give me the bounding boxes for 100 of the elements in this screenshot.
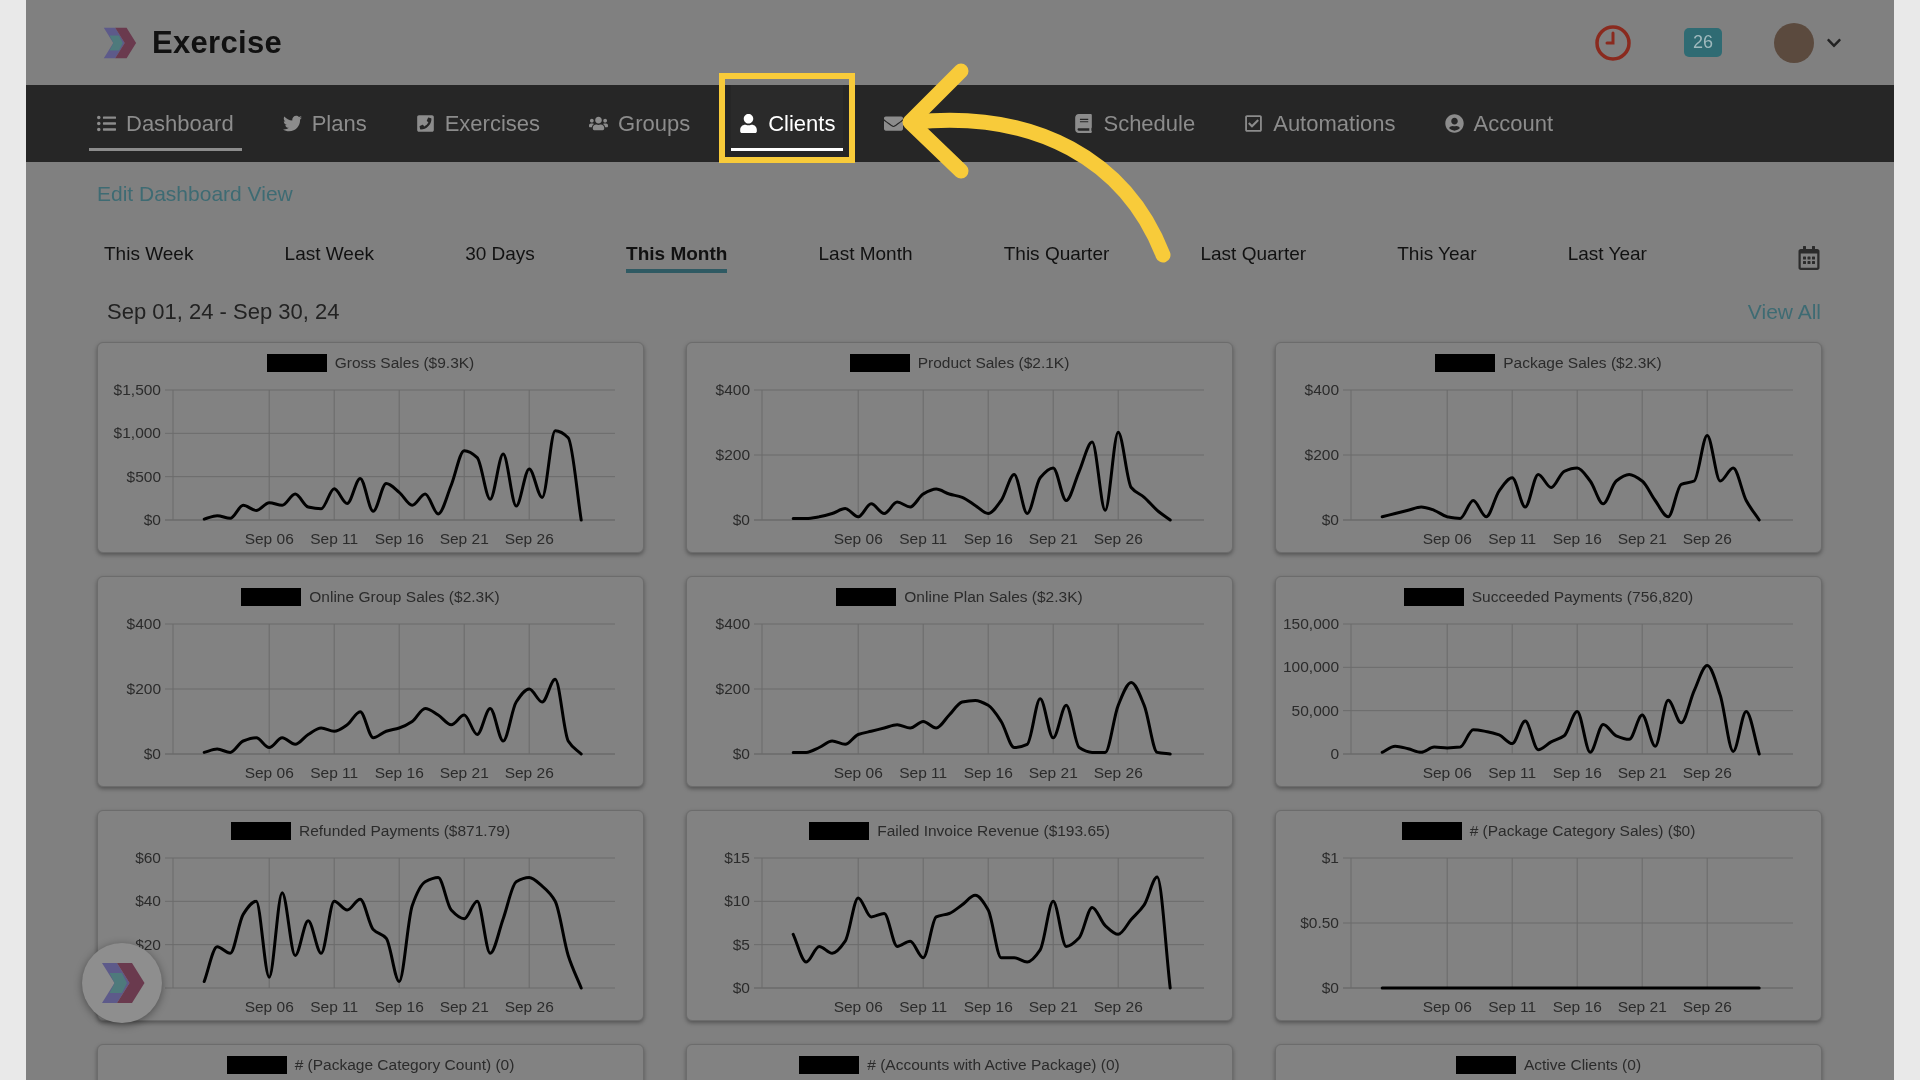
nav-tab[interactable]: Schedule: [1066, 85, 1204, 151]
axis-tick-label: Sep 26: [504, 764, 554, 781]
chart-title: # (Package Category Count) (0): [294, 1055, 515, 1074]
axis-tick-label: Sep 06: [244, 530, 294, 547]
axis-tick-label: $0: [732, 745, 750, 762]
axis-tick-label: Sep 16: [1552, 530, 1602, 547]
axis-tick-label: Sep 11: [310, 530, 359, 547]
axis-tick-label: $0: [732, 511, 750, 528]
people-icon: [589, 114, 609, 133]
axis-tick-label: $0: [143, 511, 161, 528]
axis-tick-label: Sep 16: [1552, 764, 1602, 781]
axis-tick-label: 0: [1330, 745, 1339, 762]
axis-tick-label: Sep 26: [1093, 764, 1143, 781]
axis-tick-label: $200: [715, 680, 750, 697]
axis-tick-label: $5: [732, 935, 750, 953]
range-tab[interactable]: This Week: [104, 243, 194, 273]
axis-tick-label: Sep 11: [899, 764, 948, 781]
range-tab[interactable]: This Quarter: [1003, 243, 1110, 273]
axis-tick-label: Sep 26: [1093, 530, 1143, 547]
legend-swatch-icon: [241, 587, 302, 606]
chart-title: Succeeded Payments (756,820): [1471, 587, 1694, 606]
chart-title: Refunded Payments ($871.79): [298, 821, 511, 840]
axis-tick-label: $10: [724, 892, 750, 910]
range-tab[interactable]: This Year: [1397, 243, 1477, 273]
range-tab[interactable]: This Month: [626, 243, 728, 273]
axis-tick-label: $1: [1321, 849, 1339, 866]
axis-tick-label: Sep 11: [1488, 764, 1537, 781]
axis-tick-label: $0: [732, 979, 750, 996]
axis-tick-label: Sep 16: [374, 530, 424, 547]
axis-tick-label: Sep 21: [1617, 998, 1667, 1015]
axis-tick-label: Sep 06: [833, 764, 883, 781]
axis-tick-label: $0: [1321, 511, 1339, 528]
nav-tab[interactable]: Exercises: [407, 85, 549, 151]
nav-tab[interactable]: Plans: [274, 85, 375, 151]
axis-tick-label: Sep 11: [310, 764, 359, 781]
nav-tab[interactable]: Groups: [581, 85, 699, 151]
axis-tick-label: $200: [715, 446, 750, 463]
axis-tick-label: $400: [1304, 381, 1339, 398]
checkbox-icon: [1244, 114, 1264, 133]
range-tab[interactable]: Last Quarter: [1200, 243, 1307, 273]
axis-tick-label: Sep 16: [1552, 998, 1602, 1015]
chart-title: Package Sales ($2.3K): [1503, 353, 1662, 372]
axis-tick-label: Sep 06: [244, 998, 294, 1015]
axis-tick-label: Sep 21: [1028, 530, 1078, 547]
axis-tick-label: Sep 11: [310, 998, 359, 1015]
legend-swatch-icon: [1403, 587, 1464, 606]
notification-badge[interactable]: 26: [1683, 28, 1722, 57]
axis-tick-label: Sep 06: [833, 530, 883, 547]
axis-tick-label: Sep 21: [439, 998, 489, 1015]
clock-icon[interactable]: [1593, 23, 1632, 62]
axis-tick-label: Sep 21: [1617, 764, 1667, 781]
axis-tick-label: $15: [724, 849, 750, 866]
legend-swatch-icon: [1455, 1055, 1516, 1074]
range-tab[interactable]: Last Week: [284, 243, 374, 273]
legend-swatch-icon: [230, 821, 291, 840]
axis-tick-label: $0.50: [1300, 914, 1339, 931]
chart-title: Online Plan Sales ($2.3K): [904, 587, 1083, 606]
axis-tick-label: Sep 21: [1028, 764, 1078, 781]
legend-swatch-icon: [226, 1055, 287, 1074]
axis-tick-label: $400: [126, 615, 161, 632]
axis-tick-label: $40: [135, 892, 161, 910]
axis-tick-label: $500: [126, 467, 161, 485]
axis-tick-label: $60: [135, 849, 161, 866]
calendar-icon[interactable]: [1797, 246, 1821, 270]
legend-swatch-icon: [799, 1055, 860, 1074]
legend-swatch-icon: [849, 353, 910, 372]
axis-tick-label: 150,000: [1282, 615, 1339, 632]
axis-tick-label: Sep 06: [1422, 764, 1472, 781]
chart-title: Gross Sales ($9.3K): [334, 353, 475, 372]
nav-tab[interactable]: Automations: [1236, 85, 1404, 151]
axis-tick-label: $1,000: [113, 424, 161, 442]
axis-tick-label: Sep 21: [1028, 998, 1078, 1015]
axis-tick-label: $400: [715, 381, 750, 398]
axis-tick-label: $1,500: [113, 381, 161, 398]
axis-tick-label: Sep 06: [1422, 998, 1472, 1015]
axis-tick-label: Sep 16: [374, 764, 424, 781]
legend-swatch-icon: [266, 353, 327, 372]
axis-tick-label: Sep 16: [374, 998, 424, 1015]
nav-tab[interactable]: Account: [1436, 85, 1561, 151]
range-tab[interactable]: Last Month: [818, 243, 913, 273]
book-icon: [1074, 114, 1094, 133]
chart-title: Online Group Sales ($2.3K): [309, 587, 500, 606]
axis-tick-label: Sep 26: [504, 998, 554, 1015]
list-icon: [97, 114, 116, 133]
nav-tab[interactable]: Dashboard: [89, 85, 242, 151]
chart-title: Failed Invoice Revenue ($193.65): [877, 821, 1110, 840]
axis-tick-label: Sep 06: [1422, 530, 1472, 547]
chart-title: # (Package Category Sales) ($0): [1469, 821, 1696, 840]
person-icon: [739, 114, 759, 133]
avatar[interactable]: [1774, 22, 1814, 63]
axis-tick-label: 50,000: [1291, 701, 1339, 719]
axis-tick-label: Sep 16: [963, 764, 1013, 781]
axis-tick-label: Sep 11: [899, 530, 948, 547]
axis-tick-label: Sep 26: [1093, 998, 1143, 1015]
range-tab[interactable]: Last Year: [1567, 243, 1647, 273]
axis-tick-label: Sep 16: [963, 998, 1013, 1015]
axis-tick-label: Sep 11: [1488, 530, 1537, 547]
brand-name: Exercise: [152, 24, 282, 61]
legend-swatch-icon: [836, 587, 897, 606]
range-tab[interactable]: 30 Days: [465, 243, 535, 273]
